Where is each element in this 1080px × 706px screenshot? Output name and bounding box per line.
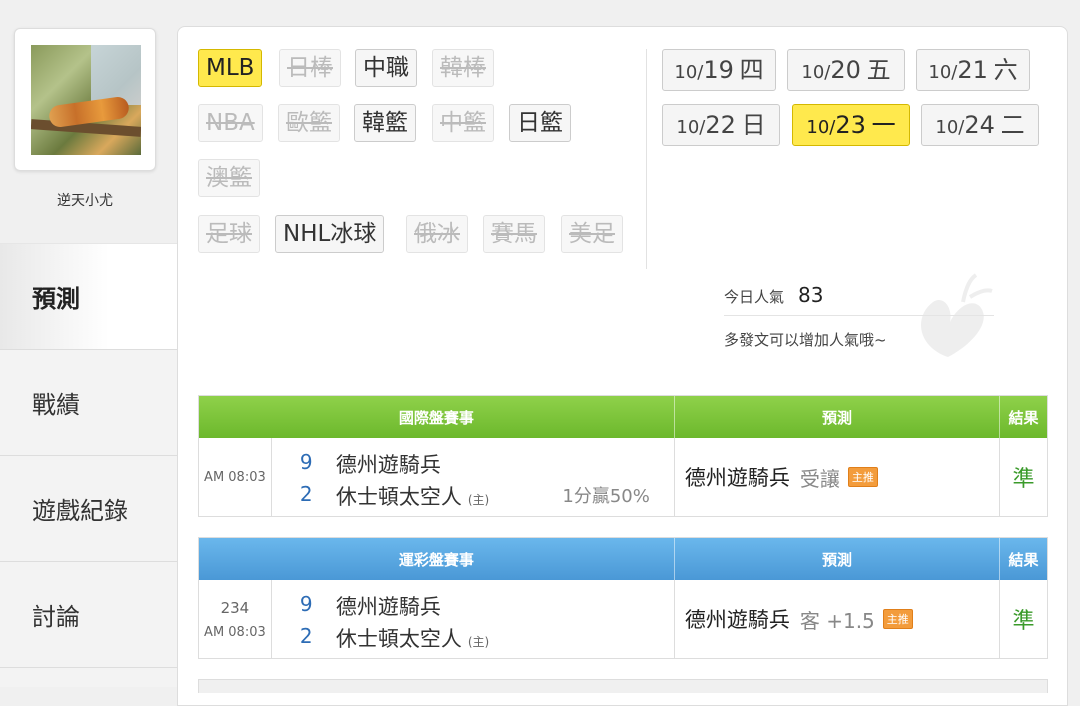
table-row[interactable]: 234 AM 08:03 9 德州遊騎兵 2 休士頓太空人 (主) 德州遊騎兵 客…	[199, 580, 1047, 658]
sport-tag-soccer[interactable]: 足球	[198, 215, 260, 253]
main-panel: MLB 日棒 中職 韓棒 NBA 歐籃 韓籃 中籃 日籃 澳籃 足球 NHL冰球…	[177, 26, 1068, 706]
sport-tag-china-basketball[interactable]: 中籃	[432, 104, 494, 142]
sport-tag-australia-basketball[interactable]: 澳籃	[198, 159, 260, 197]
sport-tag-horse-racing[interactable]: 賽馬	[483, 215, 545, 253]
sport-tag-nba[interactable]: NBA	[198, 104, 263, 142]
date-button-1021[interactable]: 10/21 六	[916, 49, 1030, 91]
table-header: 國際盤賽事 預測 結果	[199, 396, 1047, 438]
profile-card[interactable]	[14, 28, 156, 171]
sidebar: 逆天小尤 預測 戰績 遊戲紀錄 討論	[0, 0, 182, 687]
date-button-1020[interactable]: 10/20 五	[787, 49, 905, 91]
game-time-cell: AM 08:03	[199, 438, 272, 516]
nav-item-discussion[interactable]: 討論	[0, 561, 177, 667]
sport-tag-mlb[interactable]: MLB	[198, 49, 263, 87]
header-match: 國際盤賽事	[199, 396, 675, 438]
header-result: 結果	[1008, 550, 1039, 569]
teams-cell: 9 德州遊騎兵 2 休士頓太空人 (主) 1分贏50%	[272, 438, 675, 516]
sport-tag-euro-basketball[interactable]: 歐籃	[278, 104, 340, 142]
popularity-value: 83	[798, 283, 824, 307]
home-score: 2	[299, 482, 313, 506]
sport-tag-nfl[interactable]: 美足	[561, 215, 623, 253]
result-cell: 準	[1000, 438, 1047, 516]
sport-tag-nhl[interactable]: NHL冰球	[275, 215, 385, 253]
date-button-1024[interactable]: 10/24 二	[921, 104, 1039, 146]
nav-item-more[interactable]	[0, 667, 177, 687]
game-time-cell: 234 AM 08:03	[199, 580, 272, 658]
home-team[interactable]: 休士頓太空人 (主)	[336, 481, 489, 511]
home-team[interactable]: 休士頓太空人 (主)	[336, 623, 489, 653]
home-mark: (主)	[467, 493, 490, 507]
table-row[interactable]: AM 08:03 9 德州遊騎兵 2 休士頓太空人 (主) 1分贏50% 德州遊騎…	[199, 438, 1047, 516]
predicted-team: 德州遊騎兵	[684, 466, 790, 490]
header-match: 運彩盤賽事	[199, 538, 675, 580]
prediction-type: 受讓	[799, 466, 840, 491]
header-prediction: 預測	[675, 538, 1001, 580]
nav-label: 討論	[32, 603, 80, 631]
away-score: 9	[299, 450, 313, 474]
popularity: 今日人氣 83	[724, 283, 823, 307]
date-button-1022[interactable]: 10/22 日	[662, 104, 780, 146]
prediction-cell: 德州遊騎兵 受讓 主推	[675, 438, 1001, 516]
game-time: AM 08:03	[204, 624, 266, 640]
sport-tag-cpbl[interactable]: 中職	[355, 49, 417, 87]
away-team[interactable]: 德州遊騎兵	[336, 591, 441, 621]
avatar[interactable]	[31, 45, 141, 155]
sport-tag-japan-basketball[interactable]: 日籃	[509, 104, 571, 142]
header-result: 結果	[1008, 408, 1039, 427]
teams-cell: 9 德州遊騎兵 2 休士頓太空人 (主)	[272, 580, 675, 658]
main-pick-badge: 主推	[882, 609, 913, 629]
result-text: 準	[1012, 609, 1035, 634]
username[interactable]: 逆天小尤	[0, 190, 170, 210]
nav-label: 戰績	[32, 391, 80, 419]
sport-tag-npb[interactable]: 日棒	[279, 49, 341, 87]
result-text: 準	[1012, 467, 1035, 492]
nav-label: 遊戲紀錄	[32, 497, 128, 525]
nav-label: 預測	[32, 285, 80, 313]
nav-item-prediction[interactable]: 預測	[0, 243, 182, 349]
nav-item-record[interactable]: 戰績	[0, 349, 177, 455]
next-table-edge	[198, 679, 1048, 693]
away-team[interactable]: 德州遊騎兵	[336, 449, 441, 479]
game-code: 234	[220, 598, 250, 617]
home-mark: (主)	[467, 635, 490, 649]
main-pick-badge: 主推	[847, 467, 878, 487]
sport-tag-kbo[interactable]: 韓棒	[432, 49, 494, 87]
home-score: 2	[299, 624, 313, 648]
popularity-label: 今日人氣	[724, 288, 785, 306]
date-button-1019[interactable]: 10/19 四	[662, 49, 776, 91]
intl-prediction-table: 國際盤賽事 預測 結果 AM 08:03 9 德州遊騎兵 2 休士頓太空人 (主)…	[198, 395, 1048, 517]
nav-item-game-log[interactable]: 遊戲紀錄	[0, 455, 177, 561]
date-button-1023[interactable]: 10/23 一	[792, 104, 910, 146]
game-time: AM 08:03	[204, 469, 266, 485]
table-header: 運彩盤賽事 預測 結果	[199, 538, 1047, 580]
prediction-type: 客 +1.5	[799, 608, 875, 633]
away-score: 9	[299, 592, 313, 616]
header-prediction: 預測	[675, 396, 1001, 438]
odds-text: 1分贏50%	[562, 486, 650, 507]
prediction-cell: 德州遊騎兵 客 +1.5 主推	[675, 580, 1001, 658]
popularity-hint: 多發文可以增加人氣哦~	[724, 331, 887, 349]
divider	[646, 49, 647, 269]
lottery-prediction-table: 運彩盤賽事 預測 結果 234 AM 08:03 9 德州遊騎兵 2 休士頓太空…	[198, 537, 1048, 659]
sport-tag-khl[interactable]: 俄冰	[406, 215, 468, 253]
predicted-team: 德州遊騎兵	[684, 608, 790, 632]
sport-tag-korea-basketball[interactable]: 韓籃	[354, 104, 416, 142]
divider	[724, 315, 994, 316]
result-cell: 準	[1000, 580, 1047, 658]
